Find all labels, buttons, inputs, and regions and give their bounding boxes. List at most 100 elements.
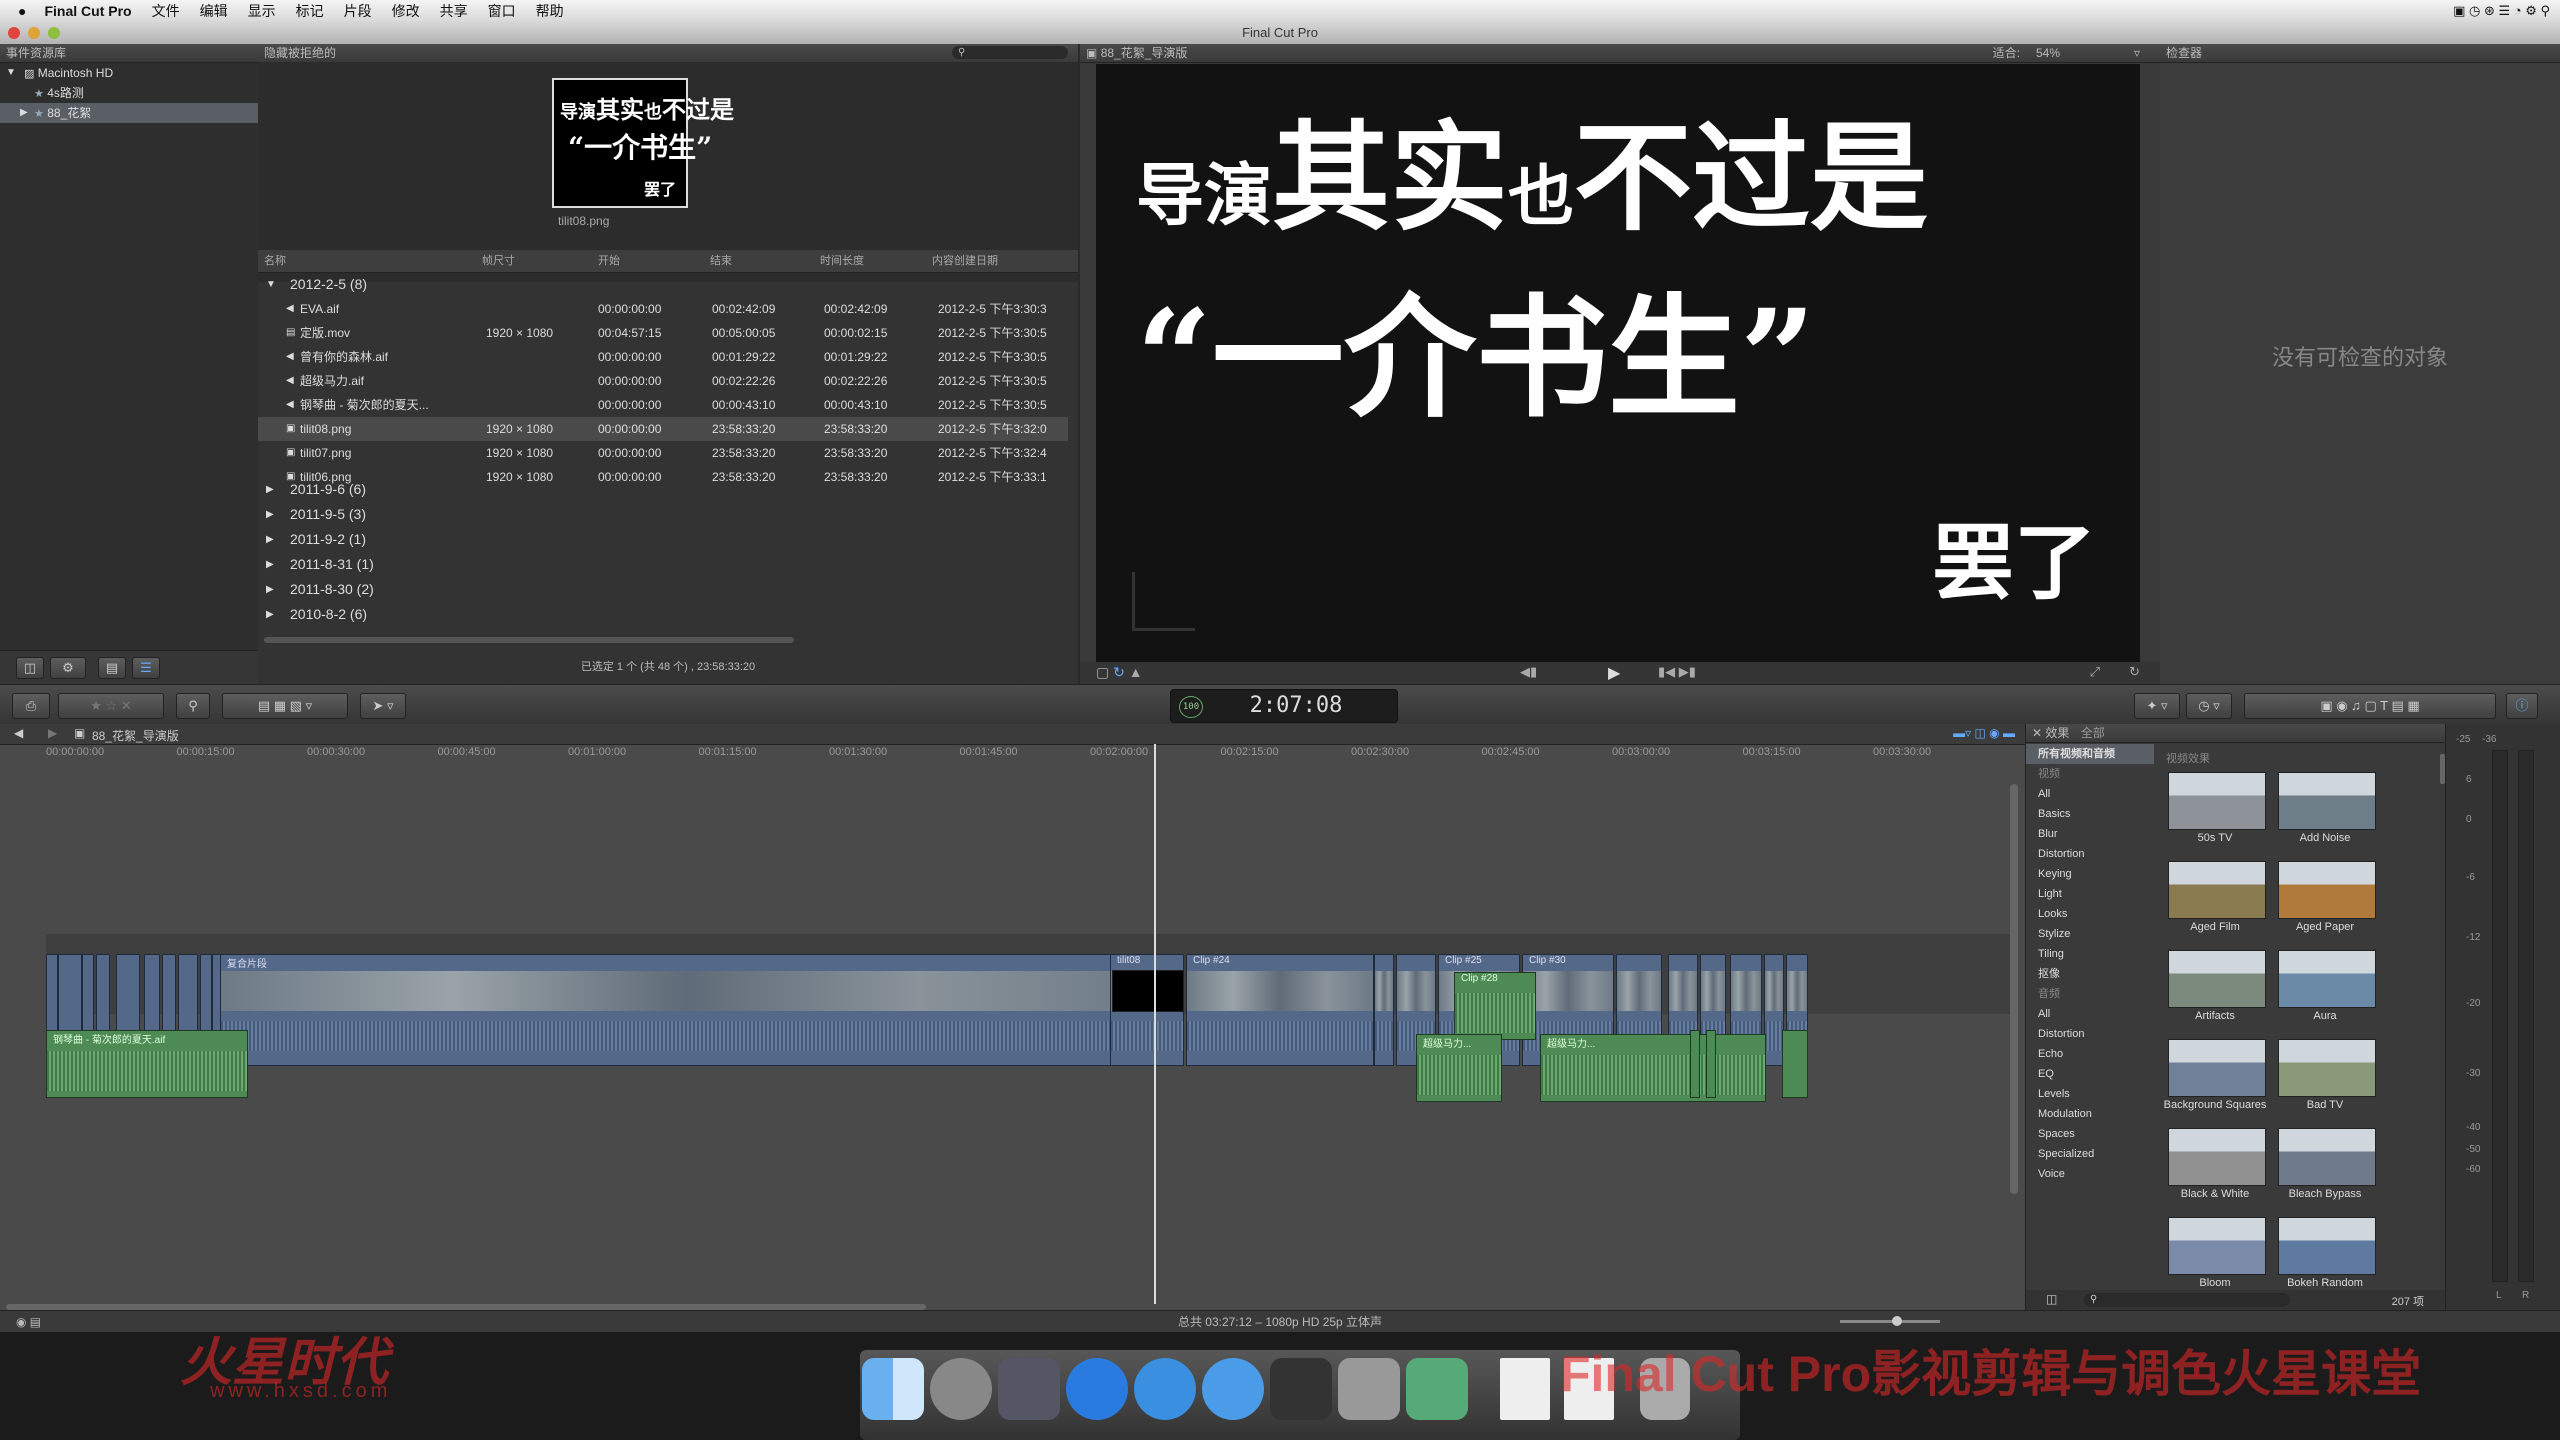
enhancements-button[interactable]: ✦ ▿ [2134, 693, 2180, 719]
viewer-canvas[interactable]: 导演其实也不过是 “一介书生” 罢了 [1096, 64, 2140, 662]
audio-clip[interactable]: 钢琴曲 - 菊次郎的夏天.aif [46, 1030, 248, 1098]
effects-category-all[interactable]: 所有视频和音频 [2026, 744, 2154, 764]
selected-clip-thumbnail[interactable]: 导演其实也不过是 “一介书生” 罢了 [552, 78, 734, 208]
effects-category[interactable]: 抠像 [2026, 964, 2154, 984]
timeline-vertical-scrollbar[interactable] [2010, 784, 2018, 1194]
event-group-collapsed[interactable]: ▶ 2010-8-2 (6) [258, 602, 1068, 627]
effects-category[interactable]: Levels [2026, 1084, 2154, 1104]
timeline-view-icons[interactable]: ▬▿ ◫ ◉ ▬ [1953, 726, 2015, 740]
event-group-collapsed[interactable]: ▶ 2011-9-6 (6) [258, 477, 1068, 502]
effects-category[interactable]: Distortion [2026, 844, 2154, 864]
view-options-icon[interactable]: ▿ [2134, 44, 2140, 62]
clip-row[interactable]: ◀ 超级马力.aif 00:00:00:00 00:02:22:26 00:02:22:… [258, 369, 1068, 393]
effect-thumbnail[interactable] [2168, 772, 2266, 830]
audio-clip[interactable] [1782, 1030, 1808, 1098]
menu-edit[interactable]: 编辑 [200, 1, 228, 21]
library-item-4s[interactable]: ★ 4s路测 [0, 83, 258, 103]
media-browser-buttons[interactable]: ▣ ◉ ♫ ▢ T ▤ ▦ [2244, 693, 2496, 719]
effects-scope[interactable]: 全部 [2081, 726, 2105, 740]
effect-thumbnail[interactable] [2278, 861, 2376, 919]
library-item-88[interactable]: ▶ ★ 88_花絮 [0, 103, 258, 123]
go-start-end-icons[interactable]: ▮◀ ▶▮ [1658, 664, 1696, 680]
effects-category[interactable]: Spaces [2026, 1124, 2154, 1144]
xml-file-icon[interactable] [1500, 1358, 1550, 1420]
event-group-collapsed[interactable]: ▶ 2011-8-31 (1) [258, 552, 1068, 577]
effects-category[interactable]: Modulation [2026, 1104, 2154, 1124]
back-icon[interactable]: ◀ [14, 726, 23, 740]
event-group-collapsed[interactable]: ▶ 2011-8-30 (2) [258, 577, 1068, 602]
event-group-collapsed[interactable]: ▶ 2011-9-2 (1) [258, 527, 1068, 552]
video-clip[interactable] [1764, 954, 1784, 1066]
clip-row[interactable]: ◀ 钢琴曲 - 菊次郎的夏天... 00:00:00:00 00:00:43:10 00… [258, 393, 1068, 417]
audio-clip[interactable]: 超级马力... [1540, 1034, 1766, 1102]
audio-clip[interactable]: Clip #28 [1454, 972, 1536, 1040]
effects-category[interactable]: Voice [2026, 1164, 2154, 1184]
timeline-ruler[interactable]: 00:00:00:00 00:00:15:00 00:00:30:00 00:00:4… [46, 746, 2016, 764]
effects-close-icon[interactable]: ✕ [2032, 726, 2042, 740]
effect-thumbnail[interactable] [2278, 950, 2376, 1008]
effects-category[interactable]: Basics [2026, 804, 2154, 824]
effects-category[interactable]: Echo [2026, 1044, 2154, 1064]
clip-row[interactable]: ▣ tilit08.png 1920 × 1080 00:00:00:00 23:58:… [258, 417, 1068, 441]
menu-modify[interactable]: 修改 [392, 1, 420, 21]
effects-category[interactable]: Stylize [2026, 924, 2154, 944]
loop-icon[interactable]: ↻ [2129, 664, 2140, 680]
close-window-button[interactable] [8, 27, 20, 39]
effect-thumbnail[interactable] [2168, 1217, 2266, 1275]
status-left-icons[interactable]: ◉ ▤ [16, 1311, 41, 1333]
menu-mark[interactable]: 标记 [296, 1, 324, 21]
effects-sidebar-toggle[interactable]: ◫ [2046, 1292, 2057, 1306]
system-preferences-icon[interactable] [1338, 1358, 1400, 1420]
clip-row[interactable]: ◀ EVA.aif 00:00:00:00 00:02:42:09 00:02:42:0… [258, 297, 1068, 321]
rating-buttons[interactable]: ★ ☆ ✕ [58, 693, 164, 719]
play-icon[interactable]: ▶ [1608, 663, 1620, 683]
finder-icon[interactable] [862, 1358, 924, 1420]
column-duration[interactable]: 时间长度 [820, 250, 864, 272]
effects-category[interactable]: EQ [2026, 1064, 2154, 1084]
event-group-open[interactable]: ▼ 2012-2-5 (8) [258, 272, 1068, 297]
image-capture-icon[interactable] [998, 1358, 1060, 1420]
video-clip[interactable] [1374, 954, 1394, 1066]
effect-thumbnail[interactable] [2278, 772, 2376, 830]
effect-thumbnail[interactable] [2168, 950, 2266, 1008]
column-name[interactable]: 名称 [264, 250, 286, 272]
disclosure-closed-icon[interactable]: ▶ [266, 552, 274, 577]
apple-icon[interactable]: ● [18, 3, 26, 19]
effect-thumbnail[interactable] [2278, 1128, 2376, 1186]
audio-clip[interactable]: 超级马力... [1416, 1034, 1502, 1102]
effects-category[interactable]: Keying [2026, 864, 2154, 884]
event-group-collapsed[interactable]: ▶ 2011-9-5 (3) [258, 502, 1068, 527]
menu-help[interactable]: 帮助 [536, 1, 564, 21]
effect-thumbnail[interactable] [2168, 1128, 2266, 1186]
audio-clip[interactable] [1690, 1030, 1700, 1098]
list-view-button[interactable]: ☰ [132, 657, 160, 679]
fullscreen-icon[interactable]: ⤢ [2090, 664, 2100, 680]
motion-icon[interactable] [1406, 1358, 1468, 1420]
action-gear-button[interactable]: ⚙ [50, 657, 86, 679]
disclosure-closed-icon[interactable]: ▶ [266, 502, 274, 527]
effects-search-field[interactable]: ⚲ [2084, 1293, 2290, 1307]
column-end[interactable]: 结束 [710, 250, 732, 272]
library-item-macintosh-hd[interactable]: ▼ ▨ Macintosh HD [0, 63, 258, 83]
viewer-control-icons[interactable]: ▢ ↻ ▲ [1096, 664, 1143, 681]
previous-frame-icon[interactable]: ◀▮ [1520, 664, 1537, 680]
audio-clip[interactable] [1706, 1030, 1716, 1098]
safari-icon[interactable] [1134, 1358, 1196, 1420]
app-store-icon[interactable] [1066, 1358, 1128, 1420]
column-frame-size[interactable]: 帧尺寸 [482, 250, 515, 272]
video-clip[interactable]: Clip #24 [1186, 954, 1374, 1066]
launchpad-icon[interactable] [930, 1358, 992, 1420]
timeline-tracks-area[interactable]: 复合片段 tilit08 Clip #24 Clip #25 Clip #30 钢琴曲 -… [46, 744, 2016, 1304]
effects-category[interactable]: Distortion [2026, 1024, 2154, 1044]
show-hide-library-button[interactable]: ◫ [16, 657, 44, 679]
disclosure-closed-icon[interactable]: ▶ [266, 602, 274, 627]
zoom-level[interactable]: 54% [2036, 44, 2060, 62]
menu-clip[interactable]: 片段 [344, 1, 372, 21]
filmstrip-view-button[interactable]: ▤ [98, 657, 126, 679]
browser-scrollbar[interactable] [264, 637, 794, 643]
disclosure-triangle-icon[interactable]: ▼ [6, 63, 16, 83]
zoom-slider-knob[interactable] [1892, 1316, 1902, 1326]
clip-row[interactable]: ◀ 曾有你的森林.aif 00:00:00:00 00:01:29:22 00:01:2… [258, 345, 1068, 369]
effect-thumbnail[interactable] [2168, 1039, 2266, 1097]
clip-row[interactable]: ▤ 定版.mov 1920 × 1080 00:04:57:15 00:05:00:05… [258, 321, 1068, 345]
